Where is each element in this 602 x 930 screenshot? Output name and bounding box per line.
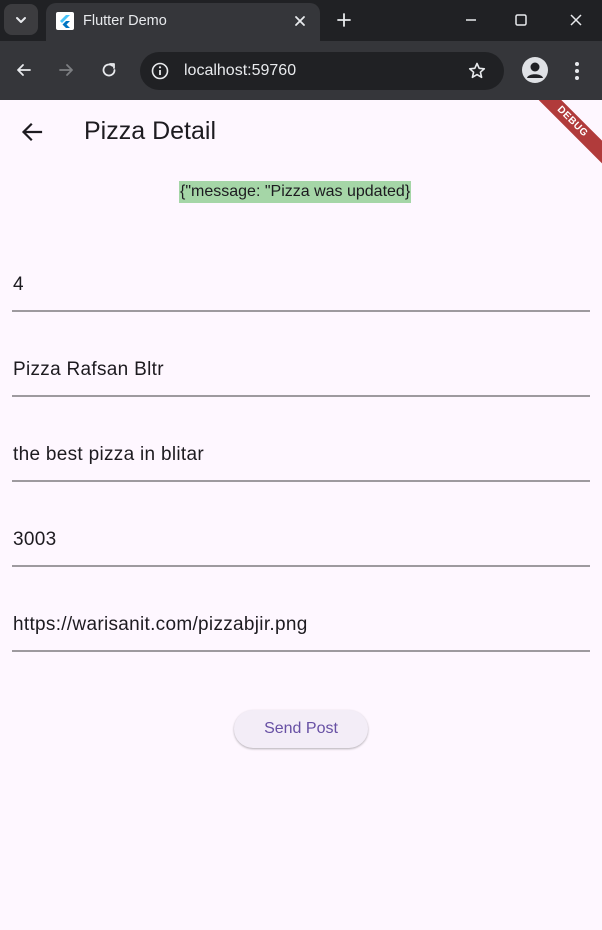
pizza-description-field[interactable]: the best pizza in blitar [12, 440, 590, 482]
browser-tabstrip: Flutter Demo [0, 0, 602, 41]
pizza-image-url-field[interactable]: https://warisanit.com/pizzabjir.png [12, 610, 590, 652]
pizza-id-value: 4 [13, 274, 24, 295]
pizza-price-field[interactable]: 3003 [12, 525, 590, 567]
forward-arrow-icon[interactable] [52, 56, 80, 84]
app-viewport: Pizza Detail DEBUG {"message: "Pizza was… [0, 100, 602, 930]
reload-icon[interactable] [95, 56, 123, 84]
pizza-name-field[interactable]: Pizza Rafsan Bltr [12, 355, 590, 397]
pizza-name-value: Pizza Rafsan Bltr [13, 359, 164, 380]
app-bar: Pizza Detail [0, 100, 602, 164]
new-tab-icon[interactable] [333, 9, 355, 31]
bookmark-star-icon[interactable] [466, 60, 488, 82]
send-post-button[interactable]: Send Post [234, 710, 368, 748]
info-icon[interactable] [149, 60, 171, 82]
pizza-id-field[interactable]: 4 [12, 270, 590, 312]
browser-tab-active[interactable]: Flutter Demo [46, 3, 320, 41]
profile-avatar-icon[interactable] [522, 57, 548, 83]
browser-menu-icon[interactable] [566, 58, 588, 84]
send-post-label: Send Post [264, 720, 338, 737]
tab-search-button[interactable] [4, 4, 38, 35]
pizza-description-value: the best pizza in blitar [13, 444, 204, 465]
tab-title: Flutter Demo [83, 13, 167, 29]
pizza-price-value: 3003 [13, 529, 57, 550]
minimize-icon[interactable] [454, 6, 488, 34]
pizza-image-url-value: https://warisanit.com/pizzabjir.png [13, 614, 308, 635]
browser-toolbar: localhost:59760 [0, 41, 602, 100]
url-text: localhost:59760 [184, 62, 297, 79]
flutter-icon [56, 12, 74, 30]
page-title: Pizza Detail [84, 117, 216, 145]
maximize-icon[interactable] [504, 6, 538, 34]
app-back-arrow-icon[interactable] [12, 114, 52, 150]
address-bar[interactable]: localhost:59760 [140, 52, 504, 90]
window-close-icon[interactable] [559, 6, 593, 34]
chevron-down-icon [16, 16, 26, 23]
status-message: {"message: "Pizza was updated} [179, 181, 412, 203]
tab-close-icon[interactable] [290, 11, 310, 31]
back-arrow-icon[interactable] [10, 56, 38, 84]
